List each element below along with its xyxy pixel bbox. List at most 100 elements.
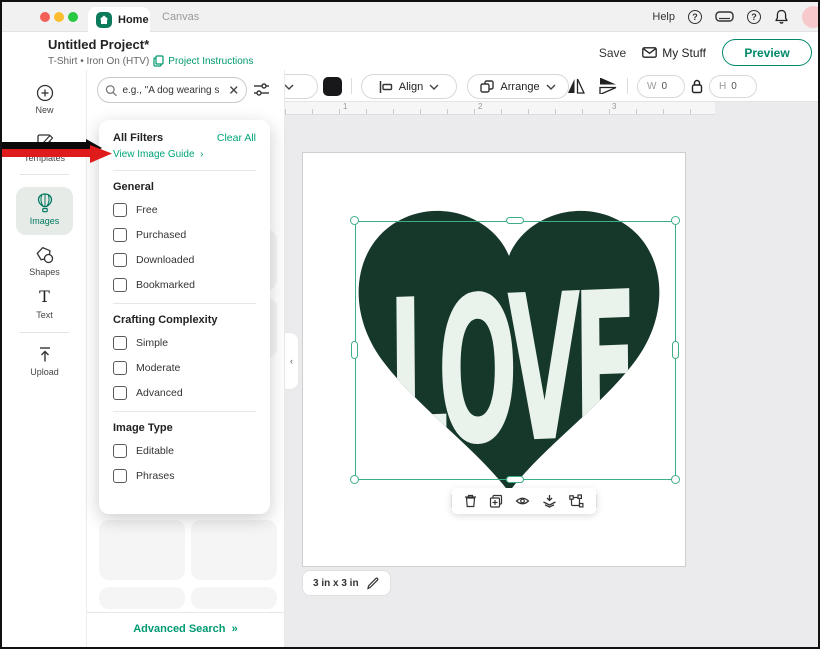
filters-sliders-icon[interactable] <box>253 82 270 97</box>
edit-pencil-icon[interactable] <box>366 576 380 590</box>
height-value: 0 <box>731 81 737 92</box>
all-filters-dropdown: All Filters Clear All View Image Guide ›… <box>99 120 270 514</box>
minimize-traffic-light[interactable] <box>54 12 64 22</box>
width-input[interactable]: W 0 <box>637 75 685 98</box>
project-instructions-link[interactable]: Project Instructions <box>168 56 253 67</box>
divider <box>20 174 69 175</box>
chevron-down-icon <box>546 84 556 90</box>
save-button[interactable]: Save <box>599 46 626 60</box>
my-stuff-label: My Stuff <box>662 46 706 60</box>
sidebar-item-text[interactable]: T Text <box>2 288 87 320</box>
search-icon <box>105 84 117 97</box>
selection-handle-bottom-center[interactable] <box>506 476 524 483</box>
selection-handle-top-left[interactable] <box>350 216 359 225</box>
double-chevron-right-icon: » <box>229 623 238 635</box>
selection-handle-top-center[interactable] <box>506 217 524 224</box>
color-swatch[interactable] <box>323 77 342 96</box>
sidebar-item-new[interactable]: New <box>2 84 87 115</box>
checkbox-free[interactable] <box>113 203 127 217</box>
view-image-guide-link[interactable]: View Image Guide › <box>113 149 256 160</box>
skeleton-card <box>99 587 185 609</box>
app-window: Home Canvas Help ? ? Untitled Project* T… <box>0 0 820 649</box>
selection-handle-bottom-right[interactable] <box>671 475 680 484</box>
selection-handle-middle-left[interactable] <box>351 341 358 359</box>
image-search-box[interactable] <box>97 77 247 103</box>
ruler-mark-3: 3 <box>612 102 616 111</box>
machine-icon[interactable] <box>715 11 734 23</box>
checkbox-phrases[interactable] <box>113 469 127 483</box>
collapse-panel-tab[interactable]: ‹ <box>285 332 299 390</box>
checkbox-downloaded[interactable] <box>113 253 127 267</box>
divider <box>451 494 452 508</box>
flip-vertical-icon[interactable] <box>599 78 617 94</box>
my-stuff-button[interactable]: My Stuff <box>642 46 706 60</box>
flip-horizontal-icon[interactable] <box>567 78 585 94</box>
canvas-size-badge[interactable]: 3 in x 3 in <box>302 570 391 596</box>
divider <box>20 332 69 333</box>
checkbox-editable[interactable] <box>113 444 127 458</box>
sidebar-item-images[interactable]: Images <box>2 193 87 226</box>
sidebar-item-shapes[interactable]: Shapes <box>2 246 87 277</box>
feedback-icon[interactable]: ? <box>747 10 761 24</box>
tab-canvas[interactable]: Canvas <box>162 11 199 23</box>
duplicate-icon[interactable] <box>489 494 503 508</box>
filter-option-simple[interactable]: Simple <box>113 336 256 350</box>
help-icon[interactable]: ? <box>688 10 702 24</box>
selection-handle-middle-right[interactable] <box>672 341 679 359</box>
filter-option-downloaded[interactable]: Downloaded <box>113 253 256 267</box>
maximize-traffic-light[interactable] <box>68 12 78 22</box>
divider <box>113 411 256 412</box>
flatten-icon[interactable] <box>542 494 557 508</box>
project-subtitle: T-Shirt • Iron On (HTV) <box>48 56 149 67</box>
selection-handle-bottom-left[interactable] <box>350 475 359 484</box>
arrange-dropdown[interactable]: Arrange <box>467 74 569 99</box>
chevron-left-icon: ‹ <box>290 356 293 366</box>
notifications-bell-icon[interactable] <box>774 9 789 25</box>
selection-bounding-box[interactable] <box>355 221 676 480</box>
width-label: W <box>647 81 656 92</box>
height-input[interactable]: H 0 <box>709 75 757 98</box>
filter-option-purchased[interactable]: Purchased <box>113 228 256 242</box>
hide-eye-icon[interactable] <box>515 495 530 507</box>
edit-toolbar: Align Arrange <box>285 70 818 102</box>
user-avatar[interactable] <box>802 6 820 28</box>
filter-option-advanced[interactable]: Advanced <box>113 386 256 400</box>
filter-option-free[interactable]: Free <box>113 203 256 217</box>
balloon-images-icon <box>37 193 53 213</box>
clear-search-icon[interactable] <box>229 85 239 95</box>
delete-icon[interactable] <box>464 494 477 508</box>
filter-option-phrases[interactable]: Phrases <box>113 469 256 483</box>
close-traffic-light[interactable] <box>40 12 50 22</box>
checkbox-advanced[interactable] <box>113 386 127 400</box>
checkbox-moderate[interactable] <box>113 361 127 375</box>
lock-aspect-icon[interactable] <box>691 79 703 94</box>
checkbox-simple[interactable] <box>113 336 127 350</box>
clear-all-link[interactable]: Clear All <box>217 132 256 144</box>
skeleton-card <box>191 587 277 609</box>
filter-section-image-type: Image Type <box>113 422 256 434</box>
tab-home[interactable]: Home <box>88 7 150 32</box>
preview-button[interactable]: Preview <box>722 39 812 66</box>
align-dropdown[interactable]: Align <box>361 74 457 99</box>
filter-section-general: General <box>113 181 256 193</box>
upload-icon <box>36 346 54 363</box>
transform-nodes-icon[interactable] <box>569 494 584 508</box>
selection-handle-top-right[interactable] <box>671 216 680 225</box>
skeleton-card <box>99 520 185 580</box>
filter-option-editable[interactable]: Editable <box>113 444 256 458</box>
search-input[interactable] <box>122 85 224 96</box>
canvas-size-label: 3 in x 3 in <box>313 578 359 589</box>
checkbox-bookmarked[interactable] <box>113 278 127 292</box>
filter-option-moderate[interactable]: Moderate <box>113 361 256 375</box>
ruler-mark-1: 1 <box>343 102 347 111</box>
shapes-icon <box>35 246 54 264</box>
advanced-search-link[interactable]: Advanced Search » <box>87 623 284 635</box>
help-label[interactable]: Help <box>652 11 675 23</box>
sidebar-item-upload[interactable]: Upload <box>2 346 87 377</box>
filter-option-bookmarked[interactable]: Bookmarked <box>113 278 256 292</box>
checkbox-purchased[interactable] <box>113 228 127 242</box>
selection-quick-actions <box>451 488 597 514</box>
chevron-right-icon: › <box>197 149 203 160</box>
window-titlebar: Home Canvas Help ? ? <box>2 2 818 32</box>
canvas-area[interactable]: Align Arrange <box>285 70 818 647</box>
